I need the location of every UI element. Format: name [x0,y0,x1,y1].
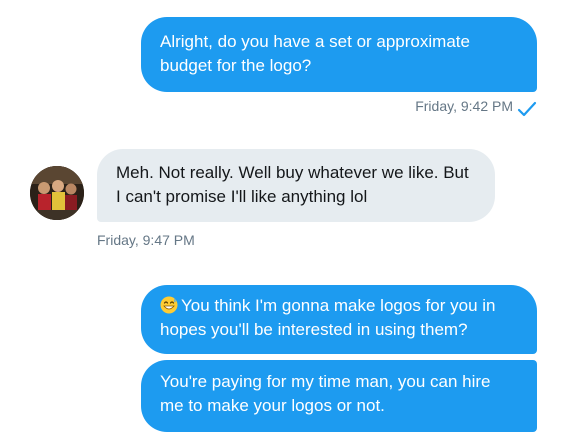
incoming-message-bubble[interactable]: Meh. Not really. Well buy whatever we li… [97,149,495,222]
avatar-photo [30,166,84,220]
message-text: Meh. Not really. Well buy whatever we li… [116,163,469,206]
outgoing-message-bubble[interactable]: You think I'm gonna make logos for you i… [141,285,537,354]
avatar[interactable] [30,166,84,220]
message-text: You think I'm gonna make logos for you i… [160,296,496,339]
grinning-sweat-emoji-icon [160,296,178,314]
message-timestamp: Friday, 9:42 PM [415,98,513,114]
checkmark-icon [517,101,537,117]
message-text: You're paying for my time man, you can h… [160,372,491,415]
outgoing-message-bubble[interactable]: Alright, do you have a set or approximat… [141,17,537,92]
message-timestamp: Friday, 9:47 PM [97,232,195,248]
message-text: Alright, do you have a set or approximat… [160,32,470,75]
outgoing-message-bubble[interactable]: You're paying for my time man, you can h… [141,360,537,432]
